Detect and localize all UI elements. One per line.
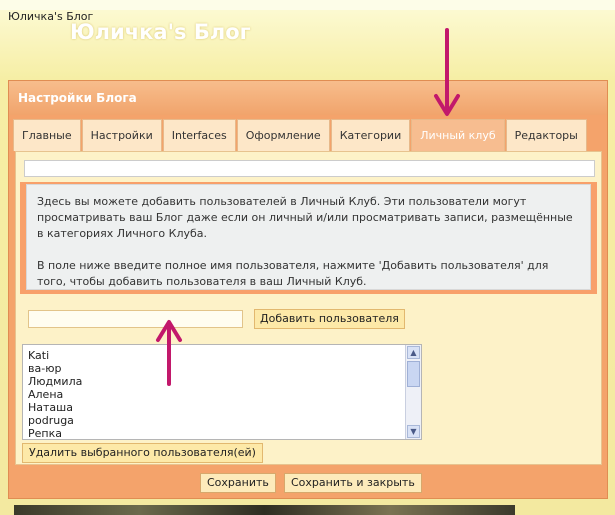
dialog-header: Настройки Блога — [9, 81, 607, 115]
chevron-up-icon[interactable]: ▲ — [407, 346, 420, 359]
save-button[interactable]: Сохранить — [200, 473, 276, 493]
tab-main[interactable]: Главные — [13, 119, 81, 151]
save-and-close-button[interactable]: Сохранить и закрыть — [284, 473, 422, 493]
info-paragraph-2: В поле ниже введите полное имя пользоват… — [37, 259, 549, 288]
tab-categories[interactable]: Категории — [330, 119, 411, 151]
club-users-list[interactable]: Kati ва-юр Людмила Алена Наташа podruga … — [22, 344, 422, 440]
list-item[interactable]: podruga — [28, 414, 82, 427]
tab-settings[interactable]: Настройки — [81, 119, 162, 151]
blog-title: Юличка's Блог — [70, 20, 251, 44]
info-paragraph-1: Здесь вы можете добавить пользователей в… — [37, 195, 573, 240]
list-item[interactable]: Людмила — [28, 375, 82, 388]
list-item[interactable]: ва-юр — [28, 362, 82, 375]
list-items: Kati ва-юр Людмила Алена Наташа podruga … — [28, 349, 82, 440]
dialog-title: Настройки Блога — [18, 91, 137, 105]
list-item[interactable]: Наташа — [28, 401, 82, 414]
list-item[interactable]: Репка — [28, 427, 82, 440]
username-input[interactable] — [28, 310, 243, 328]
list-item[interactable]: Kati — [28, 349, 82, 362]
chevron-down-icon[interactable]: ▼ — [407, 425, 420, 438]
background-photo-strip — [14, 505, 515, 515]
tab-editors[interactable]: Редакторы — [505, 119, 587, 151]
page-topline — [0, 0, 615, 10]
settings-tabs: Главные Настройки Interfaces Оформление … — [13, 119, 588, 151]
tab-design[interactable]: Оформление — [236, 119, 330, 151]
list-scrollbar[interactable]: ▲ ▼ — [405, 345, 421, 439]
private-club-panel: Здесь вы можете добавить пользователей в… — [15, 151, 602, 465]
arrow-down-icon — [434, 28, 460, 116]
delete-selected-users-button[interactable]: Удалить выбранного пользователя(ей) — [22, 443, 263, 463]
arrow-up-icon — [156, 320, 182, 386]
blog-settings-dialog: Настройки Блога Главные Настройки Interf… — [8, 80, 608, 499]
tab-interfaces[interactable]: Interfaces — [162, 119, 236, 151]
list-item[interactable]: Алена — [28, 388, 82, 401]
add-user-button[interactable]: Добавить пользователя — [254, 309, 405, 329]
info-box: Здесь вы можете добавить пользователей в… — [20, 182, 597, 294]
tab-private-club[interactable]: Личный клуб — [411, 119, 505, 151]
scrollbar-thumb[interactable] — [407, 361, 420, 387]
info-text: Здесь вы можете добавить пользователей в… — [26, 184, 591, 290]
top-empty-field — [24, 160, 595, 177]
